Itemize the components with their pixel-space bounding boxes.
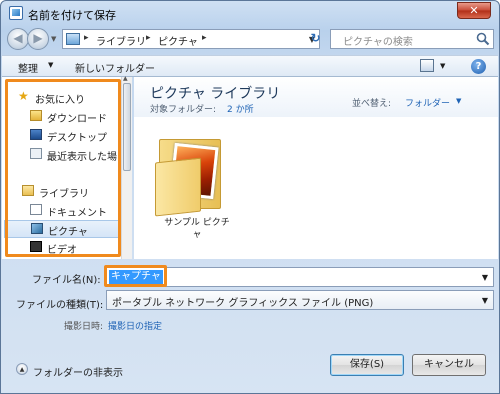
title-bar: 名前を付けて保存 ✕ — [1, 1, 499, 27]
scrollbar-thumb[interactable] — [123, 83, 131, 171]
breadcrumb-pictures[interactable]: ピクチャ — [158, 33, 198, 48]
forward-button[interactable]: ▶ — [27, 28, 49, 50]
hide-folders-button[interactable]: フォルダーの非表示 — [33, 364, 123, 379]
folder-name-line: ャ — [192, 230, 202, 240]
library-title: ピクチャ ライブラリ — [150, 86, 281, 102]
pictures-icon — [66, 33, 80, 45]
date-taken-link[interactable]: 撮影日の指定 — [108, 319, 162, 332]
chevron-down-icon[interactable]: ▼ — [440, 62, 445, 70]
date-taken-label: 撮影日時: — [64, 322, 104, 332]
help-button[interactable]: ? — [471, 59, 486, 74]
window-icon — [9, 6, 23, 20]
filetype-dropdown-icon[interactable]: ▼ — [482, 296, 488, 305]
chevron-down-icon[interactable]: ▼ — [456, 97, 461, 105]
organize-button[interactable]: 整理 — [18, 60, 38, 75]
save-button[interactable]: 保存(S) — [330, 354, 404, 376]
highlight-frame-navigation — [5, 79, 121, 257]
breadcrumb-separator[interactable]: ▸ — [146, 33, 151, 43]
close-button[interactable]: ✕ — [457, 2, 491, 19]
cancel-button[interactable]: キャンセル — [412, 354, 486, 376]
file-list-pane: ピクチャ ライブラリ 対象フォルダー: 2 か所 並べ替え: フォルダー ▼ サ… — [134, 77, 498, 259]
sort-dropdown[interactable]: フォルダー — [405, 96, 450, 109]
breadcrumb-separator[interactable]: ▸ — [84, 33, 89, 43]
navigation-scrollbar[interactable]: ▲ — [121, 75, 132, 259]
search-icon[interactable] — [476, 32, 490, 46]
filetype-select[interactable]: ポータブル ネットワーク グラフィックス ファイル (PNG) ▼ — [106, 290, 494, 310]
filetype-value: ポータブル ネットワーク グラフィックス ファイル (PNG) — [112, 298, 374, 309]
target-folders-label: 対象フォルダー: — [150, 105, 217, 115]
filetype-label: ファイルの種類(T): — [16, 300, 104, 311]
folder-item-sample-pictures[interactable]: サンプル ピクチ ャ — [152, 127, 242, 240]
folder-name-line: サンプル ピクチ — [164, 218, 230, 228]
search-input[interactable]: ピクチャの検索 — [330, 29, 494, 49]
refresh-button[interactable]: ↻ — [307, 31, 324, 47]
folder-front-icon — [155, 157, 201, 217]
sort-label: 並べ替え: — [352, 99, 392, 109]
breadcrumb-libraries[interactable]: ライブラリ — [96, 33, 146, 48]
window-title: 名前を付けて保存 — [28, 9, 116, 22]
view-options-icon[interactable] — [420, 59, 434, 72]
filename-dropdown-icon[interactable]: ▼ — [482, 273, 488, 282]
recent-pages-dropdown[interactable]: ▼ — [51, 35, 56, 43]
target-folders-link[interactable]: 2 か所 — [227, 102, 254, 115]
new-folder-button[interactable]: 新しいフォルダー — [75, 60, 155, 75]
highlight-frame-filename — [104, 265, 167, 287]
save-form: ファイル名(N): キャプチャ ▼ ファイルの種類(T): ポータブル ネットワ… — [2, 259, 498, 394]
folder-item-label: サンプル ピクチ ャ — [152, 217, 242, 241]
search-placeholder: ピクチャの検索 — [343, 37, 413, 48]
filename-label: ファイル名(N): — [32, 275, 101, 286]
back-button[interactable]: ◀ — [7, 28, 29, 50]
breadcrumb-separator[interactable]: ▸ — [202, 33, 207, 43]
chevron-up-icon[interactable]: ▲ — [16, 363, 28, 375]
address-bar[interactable]: ▸ ライブラリ ▸ ピクチャ ▸ ▼ — [62, 29, 320, 49]
scroll-up-icon[interactable]: ▲ — [123, 75, 128, 82]
library-header: ピクチャ ライブラリ 対象フォルダー: 2 か所 並べ替え: フォルダー ▼ — [134, 77, 498, 117]
chevron-down-icon[interactable]: ▼ — [48, 61, 53, 69]
navigation-bar: ◀ ▶ ▼ ▸ ライブラリ ▸ ピクチャ ▸ ▼ ↻ ピクチャの検索 — [7, 26, 495, 52]
save-as-dialog: 名前を付けて保存 ✕ ◀ ▶ ▼ ▸ ライブラリ ▸ ピクチャ ▸ ▼ ↻ ピク… — [0, 0, 500, 394]
command-bar: 整理 ▼ 新しいフォルダー ▼ ? — [2, 55, 498, 77]
